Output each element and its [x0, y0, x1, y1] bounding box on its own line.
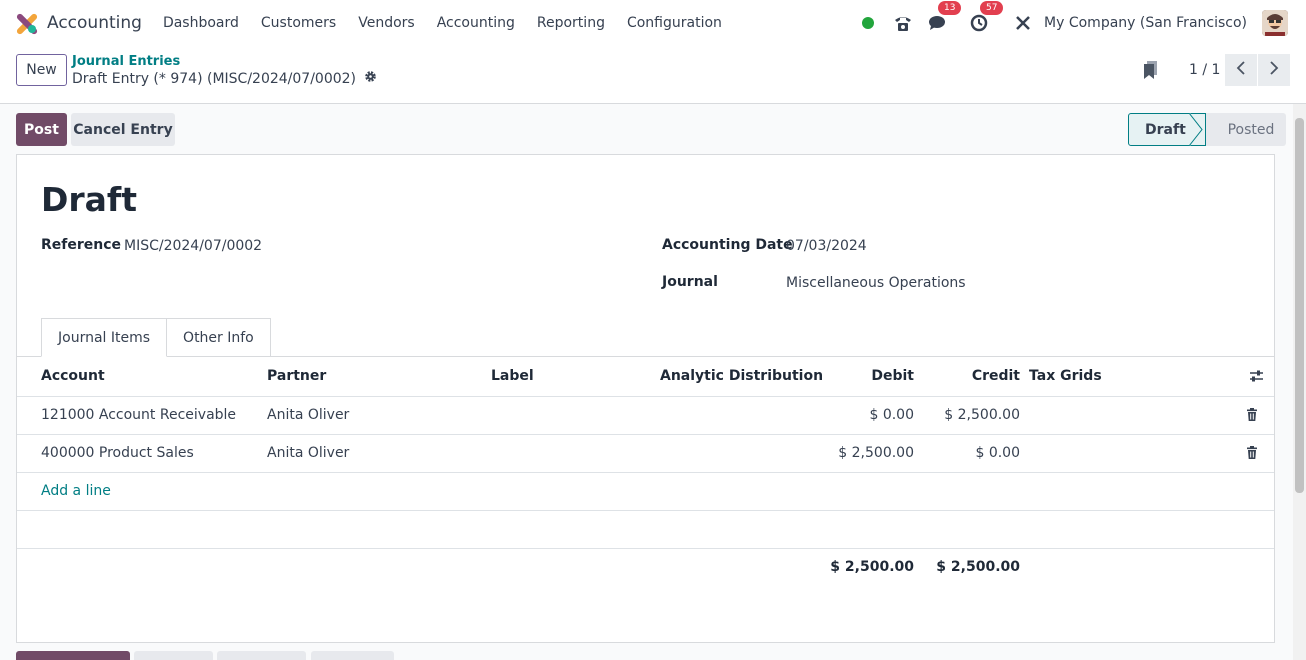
record-breadcrumb: Draft Entry (* 974) (MISC/2024/07/0002): [72, 70, 377, 87]
activities-badge: 57: [980, 1, 1004, 15]
row-debit[interactable]: $ 2,500.00: [814, 445, 914, 461]
nav-customers[interactable]: Customers: [261, 15, 336, 31]
page-scrollbar[interactable]: [1293, 104, 1306, 660]
row-partner[interactable]: Anita Oliver: [267, 407, 349, 423]
column-account[interactable]: Account: [41, 368, 105, 384]
row-divider: [17, 434, 1274, 435]
chevron-right-icon: [1269, 61, 1279, 79]
add-a-line-link[interactable]: Add a line: [41, 483, 111, 499]
nav-dashboard[interactable]: Dashboard: [163, 15, 239, 31]
form-sheet: Draft Reference MISC/2024/07/0002 Accoun…: [16, 154, 1275, 643]
total-debit: $ 2,500.00: [830, 559, 914, 575]
row-divider: [17, 510, 1274, 511]
tab-journal-items[interactable]: Journal Items: [41, 318, 168, 357]
app-name[interactable]: Accounting: [47, 13, 142, 33]
column-debit[interactable]: Debit: [814, 368, 914, 384]
chatter-send-message-button[interactable]: [16, 651, 130, 660]
column-analytic-distribution[interactable]: Analytic Distribution: [660, 368, 823, 384]
trash-icon[interactable]: [1246, 408, 1258, 425]
pager-next-button[interactable]: [1258, 54, 1290, 86]
pager-previous-button[interactable]: [1225, 54, 1257, 86]
column-partner[interactable]: Partner: [267, 368, 326, 384]
top-navbar: Accounting Dashboard Customers Vendors A…: [0, 0, 1306, 46]
chevron-left-icon: [1236, 61, 1246, 79]
accounting-date-label: Accounting Date: [662, 237, 793, 253]
reference-label: Reference: [41, 237, 122, 253]
nav-accounting[interactable]: Accounting: [437, 15, 515, 31]
journal-field[interactable]: Miscellaneous Operations: [786, 275, 966, 291]
row-account[interactable]: 121000 Account Receivable: [41, 407, 236, 423]
pager-value[interactable]: 1 / 1: [1189, 62, 1220, 78]
cancel-entry-button[interactable]: Cancel Entry: [71, 113, 175, 146]
breadcrumb-journal-entries[interactable]: Journal Entries: [72, 54, 180, 69]
notebook-tabs: Journal Items Other Info: [41, 318, 271, 357]
accounting-app-icon[interactable]: [16, 13, 38, 35]
gear-icon[interactable]: [364, 70, 377, 87]
stage-arrow: [1189, 113, 1203, 146]
totals-divider: [17, 548, 1274, 549]
row-divider: [17, 472, 1274, 473]
control-panel: New Journal Entries Draft Entry (* 974) …: [0, 46, 1306, 104]
user-avatar[interactable]: [1262, 10, 1288, 36]
column-tax-grids[interactable]: Tax Grids: [1029, 368, 1102, 384]
phone-icon[interactable]: [892, 12, 914, 34]
journal-label: Journal: [662, 274, 718, 290]
post-button[interactable]: Post: [16, 113, 67, 146]
row-debit[interactable]: $ 0.00: [814, 407, 914, 423]
total-credit: $ 2,500.00: [936, 559, 1020, 575]
activities-clock-icon[interactable]: 57: [968, 1, 1004, 34]
company-switcher[interactable]: My Company (San Francisco): [1044, 15, 1247, 31]
chatter-log-note-button[interactable]: [134, 651, 213, 660]
column-label[interactable]: Label: [491, 368, 534, 384]
status-bar: Draft Posted: [1128, 113, 1286, 146]
row-credit[interactable]: $ 2,500.00: [920, 407, 1020, 423]
column-settings-icon[interactable]: [1249, 369, 1264, 387]
row-credit[interactable]: $ 0.00: [920, 445, 1020, 461]
trash-icon[interactable]: [1246, 446, 1258, 463]
new-button[interactable]: New: [16, 54, 67, 86]
messages-icon[interactable]: 13: [926, 1, 962, 34]
messages-badge: 13: [938, 1, 962, 15]
nav-configuration[interactable]: Configuration: [627, 15, 722, 31]
stage-posted[interactable]: Posted: [1206, 113, 1286, 146]
entry-title: Draft: [41, 180, 138, 219]
chatter-activity-button[interactable]: [217, 651, 306, 660]
record-title: Draft Entry (* 974) (MISC/2024/07/0002): [72, 70, 356, 87]
tab-other-info[interactable]: Other Info: [167, 318, 271, 357]
online-status-icon: [862, 17, 875, 29]
scrollbar-thumb[interactable]: [1295, 118, 1304, 493]
accounting-date-field[interactable]: 07/03/2024: [786, 238, 867, 254]
debug-tools-icon[interactable]: [1012, 12, 1034, 34]
reference-field[interactable]: MISC/2024/07/0002: [124, 238, 262, 254]
bookmark-icon[interactable]: [1144, 61, 1160, 83]
header-divider: [17, 396, 1274, 397]
row-partner[interactable]: Anita Oliver: [267, 445, 349, 461]
nav-vendors[interactable]: Vendors: [358, 15, 414, 31]
row-account[interactable]: 400000 Product Sales: [41, 445, 194, 461]
nav-reporting[interactable]: Reporting: [537, 15, 605, 31]
column-credit[interactable]: Credit: [920, 368, 1020, 384]
chatter-extra-button[interactable]: [311, 651, 394, 660]
